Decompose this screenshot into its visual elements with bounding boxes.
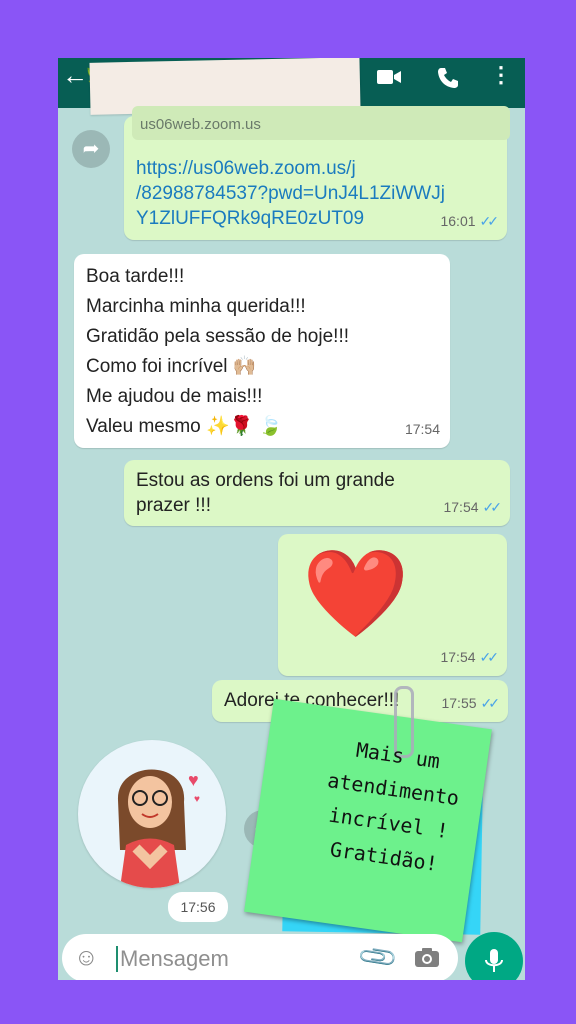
message-line: Me ajudou de mais!!! xyxy=(86,386,263,407)
message-line: Gratidão pela sessão de hoje!!! xyxy=(86,326,350,347)
link-line[interactable]: Y1ZlUFFQRk9qRE0zUT09 xyxy=(136,206,445,231)
message-time: 17:55 ✓✓ xyxy=(441,695,501,711)
read-receipt-icon: ✓✓ xyxy=(482,499,503,515)
forward-icon[interactable]: ➦ xyxy=(72,130,110,168)
svg-text:♥: ♥ xyxy=(194,794,200,805)
microphone-icon[interactable] xyxy=(465,932,523,980)
link-preview-domain: us06web.zoom.us xyxy=(140,116,261,133)
avatar-illustration: ♥ ♥ xyxy=(117,769,200,888)
heart-emoji-icon: ❤️ xyxy=(302,546,410,642)
sticker-time: 17:56 xyxy=(168,892,228,922)
message-line: Como foi incrível 🙌🏼 xyxy=(86,356,257,377)
message-bubble-outgoing[interactable]: Estou as ordens foi um grande prazer !!!… xyxy=(124,460,510,526)
message-bubble-incoming[interactable]: Boa tarde!!! Marcinha minha querida!!! G… xyxy=(74,254,450,448)
message-line: Marcinha minha querida!!! xyxy=(86,296,306,317)
sticky-note-text: Mais um atendimento incrível ! Gratidão! xyxy=(287,725,494,886)
link-line[interactable]: https://us06web.zoom.us/j xyxy=(136,156,445,181)
message-line: Boa tarde!!! xyxy=(86,266,185,287)
message-bubble-heart[interactable]: ❤️ 17:54 ✓✓ xyxy=(278,534,507,676)
chat-header: ← 🌿 ⋮ xyxy=(58,58,525,115)
attach-icon[interactable]: 📎 xyxy=(356,935,401,980)
link-line[interactable]: /82988784537?pwd=UnJ4L1ZiWWJj xyxy=(136,181,445,206)
message-line: prazer !!! xyxy=(136,495,211,516)
message-time: 17:54 xyxy=(404,421,440,437)
message-line: Estou as ordens foi um grande xyxy=(136,470,395,491)
message-input[interactable]: Mensagem xyxy=(120,946,229,972)
video-call-icon[interactable] xyxy=(376,66,402,93)
chat-screen: ← 🌿 ⋮ ➦ us06web.zoom.us https://us06web.… xyxy=(58,58,525,980)
camera-icon[interactable] xyxy=(414,946,440,974)
avatar-sticker[interactable]: ♥ ♥ xyxy=(78,740,226,888)
message-line: Valeu mesmo ✨🌹 🍃 xyxy=(86,416,283,437)
emoji-icon[interactable]: ☺ xyxy=(74,944,99,972)
phone-icon[interactable] xyxy=(436,66,460,95)
message-time: 17:54 ✓✓ xyxy=(443,499,503,515)
read-receipt-icon: ✓✓ xyxy=(479,213,500,229)
message-time: 16:01 ✓✓ xyxy=(440,213,500,229)
read-receipt-icon: ✓✓ xyxy=(480,695,501,711)
message-bubble-link[interactable]: us06web.zoom.us https://us06web.zoom.us/… xyxy=(124,106,510,240)
read-receipt-icon: ✓✓ xyxy=(479,649,500,665)
link-preview[interactable]: us06web.zoom.us xyxy=(132,106,510,140)
more-vertical-icon[interactable]: ⋮ xyxy=(490,62,512,88)
message-input-bar[interactable]: ☺ Mensagem 📎 xyxy=(62,934,458,980)
message-time: 17:54 ✓✓ xyxy=(440,649,500,665)
back-arrow-icon[interactable]: ← xyxy=(62,62,88,88)
text-cursor xyxy=(116,946,118,972)
svg-text:♥: ♥ xyxy=(188,770,199,790)
